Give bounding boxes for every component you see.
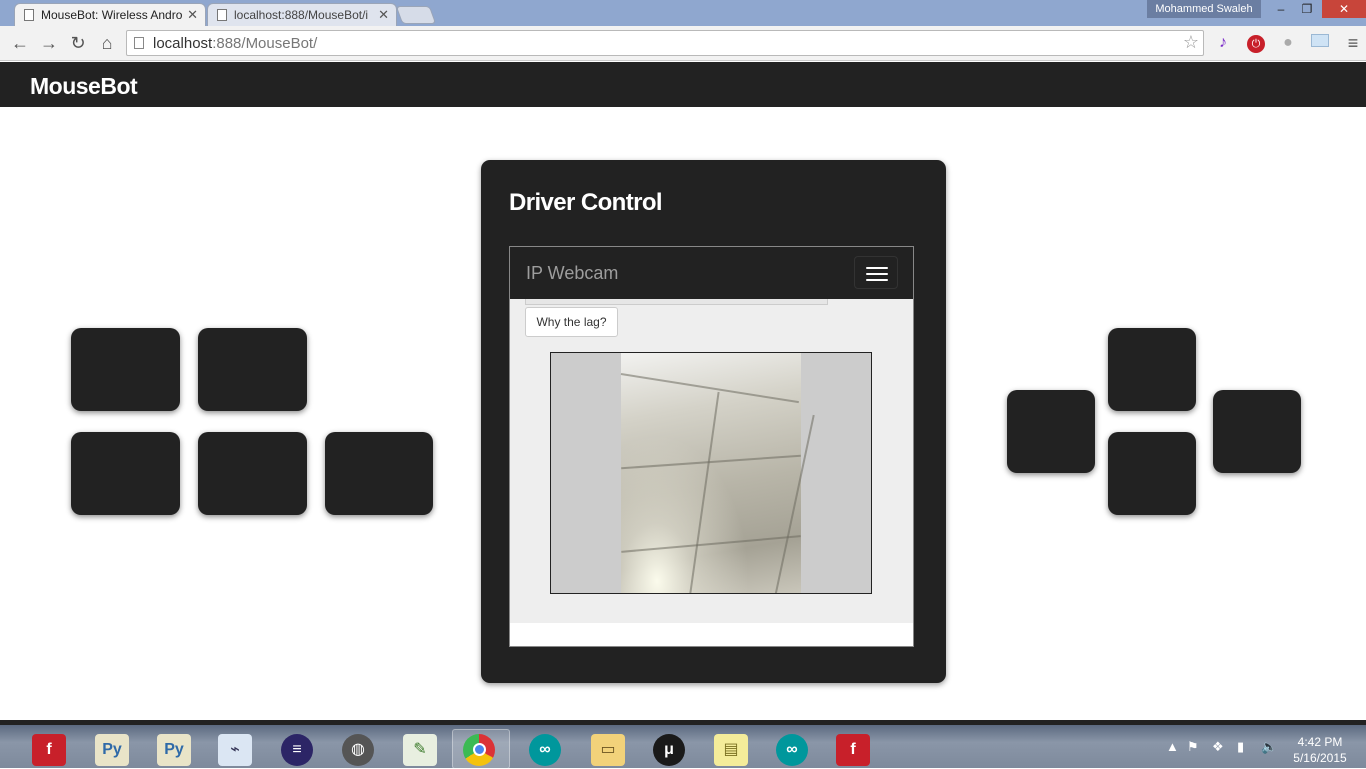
tab-close-icon[interactable]: ✕: [187, 7, 198, 23]
reload-icon[interactable]: ↻: [66, 31, 90, 55]
bookmark-star-icon[interactable]: ☆: [1183, 32, 1199, 53]
close-window-button[interactable]: ✕: [1322, 0, 1366, 18]
browser-toolbar: ← → ↻ ⌂ localhost:888/MouseBot/ ☆ ♪ ⏻ ● …: [0, 26, 1366, 61]
panel-title: Driver Control: [509, 189, 663, 216]
app-navbar: MouseBot: [0, 62, 1366, 107]
hangouts-icon[interactable]: ●: [1277, 32, 1299, 54]
dpad-right-button[interactable]: [1213, 390, 1301, 473]
tab-close-icon[interactable]: ✕: [378, 7, 389, 23]
webcam-navbar: IP Webcam: [510, 247, 913, 299]
dpad-up-button[interactable]: [1108, 328, 1196, 411]
volume-icon[interactable]: 🔈: [1261, 739, 1277, 755]
tab-title: localhost:888/MouseBot/i: [234, 8, 369, 22]
clock-time: 4:42 PM: [1297, 735, 1343, 749]
webcam-image: [620, 353, 815, 593]
notepad-icon[interactable]: ✎: [403, 734, 437, 766]
webcam-brand[interactable]: IP Webcam: [526, 263, 618, 284]
chrome-icon[interactable]: [463, 734, 495, 766]
forward-arrow-icon[interactable]: →: [37, 31, 61, 55]
menu-icon[interactable]: ≡: [1342, 32, 1364, 54]
back-arrow-icon[interactable]: ←: [8, 31, 32, 55]
tab-localhost[interactable]: localhost:888/MouseBot/i ✕: [207, 3, 397, 26]
app-brand[interactable]: MouseBot: [30, 73, 138, 100]
tab-title: MouseBot: Wireless Andro: [41, 8, 183, 22]
dropbox-icon[interactable]: ❖: [1212, 739, 1224, 755]
webcam-tabs-strip[interactable]: [525, 299, 828, 305]
elephant-app-icon[interactable]: ◍: [342, 734, 374, 766]
python-file-icon-2[interactable]: Py: [157, 734, 191, 766]
webcam-video: [550, 352, 872, 594]
browser-titlebar: MouseBot: Wireless Andro ✕ localhost:888…: [0, 0, 1366, 26]
power-icon[interactable]: ⏻: [1245, 32, 1267, 54]
left-pad-button-3[interactable]: [71, 432, 180, 515]
arduino-icon[interactable]: ∞: [529, 734, 561, 766]
left-pad-button-2[interactable]: [198, 328, 307, 411]
folder-icon[interactable]: [1309, 32, 1331, 54]
sticky-notes-icon[interactable]: ▤: [714, 734, 748, 766]
left-pad-button-5[interactable]: [325, 432, 433, 515]
arduino-icon-2[interactable]: ∞: [776, 734, 808, 766]
windows-taskbar: f Py Py ⌁ ≡ ◍ ✎ ∞ ▭ μ ▤ ∞ f ▲ ⚑ ❖ ▮ 🔈 4:…: [0, 720, 1366, 769]
system-clock[interactable]: 4:42 PM 5/16/2015: [1285, 734, 1355, 766]
address-bar[interactable]: localhost:888/MouseBot/ ☆: [126, 30, 1204, 56]
page-icon: [24, 9, 34, 21]
home-icon[interactable]: ⌂: [95, 31, 119, 55]
left-pad-button-4[interactable]: [198, 432, 307, 515]
webcam-frame: IP Webcam Why the lag?: [509, 246, 914, 647]
eclipse-icon[interactable]: ≡: [281, 734, 313, 766]
profile-badge[interactable]: Mohammed Swaleh: [1147, 0, 1261, 18]
dpad-down-button[interactable]: [1108, 432, 1196, 515]
flash-app-icon[interactable]: f: [32, 734, 66, 766]
clock-date: 5/16/2015: [1293, 751, 1347, 765]
network-tool-icon[interactable]: ⌁: [218, 734, 252, 766]
python-file-icon[interactable]: Py: [95, 734, 129, 766]
page-icon: [217, 9, 227, 21]
flash-app-icon-2[interactable]: f: [836, 734, 870, 766]
tab-mousebot[interactable]: MouseBot: Wireless Andro ✕: [14, 3, 206, 26]
address-text: localhost:888/MouseBot/: [153, 35, 318, 52]
new-tab-button[interactable]: [395, 6, 437, 24]
hamburger-menu-icon[interactable]: [854, 256, 898, 289]
webcam-body: Why the lag?: [510, 299, 913, 623]
minimize-button[interactable]: –: [1268, 0, 1294, 18]
restore-button[interactable]: ❐: [1294, 0, 1320, 18]
driver-control-panel: Driver Control IP Webcam Why the lag?: [481, 160, 946, 683]
mu-editor-icon[interactable]: μ: [653, 734, 685, 766]
music-note-icon[interactable]: ♪: [1212, 32, 1234, 54]
page-icon: [134, 37, 144, 49]
action-center-flag-icon[interactable]: ⚑: [1187, 739, 1199, 755]
file-explorer-icon[interactable]: ▭: [591, 734, 625, 766]
left-pad-button-1[interactable]: [71, 328, 180, 411]
why-lag-button[interactable]: Why the lag?: [525, 307, 618, 337]
dpad-left-button[interactable]: [1007, 390, 1095, 473]
tray-expand-icon[interactable]: ▲: [1166, 739, 1179, 754]
network-signal-icon[interactable]: ▮: [1237, 739, 1244, 755]
